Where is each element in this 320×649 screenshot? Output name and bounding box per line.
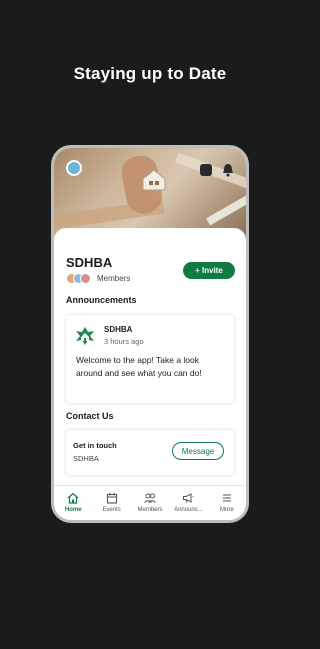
tab-more[interactable]: More [208,486,246,520]
announcement-card[interactable]: SDHBA 3 hours ago Welcome to the app! Ta… [66,315,234,403]
tab-announcements[interactable]: Announc... [169,486,207,520]
announcement-body: Welcome to the app! Take a look around a… [76,355,202,378]
bottom-tab-bar: Home Events Members Announc... More [54,485,246,520]
announcement-time: 3 hours ago [104,337,144,346]
contact-card: Get in touch SDHBA Message [66,430,234,475]
contact-card-subtitle: SDHBA [73,454,99,463]
members-label: Members [97,274,131,283]
page-headline: Staying up to Date [73,64,227,83]
tab-events[interactable]: Events [92,486,130,520]
menu-icon [222,494,231,502]
sdhba-logo-icon [76,327,94,345]
calendar-icon [106,493,117,504]
chat-icon[interactable] [200,164,212,176]
announcements-title: Announcements [66,295,137,305]
community-sheet: SDHBA Members + Invite Announcements SDH… [54,228,246,490]
message-button[interactable]: Message [172,442,224,460]
tab-label: Members [137,507,163,513]
contact-title: Contact Us [66,411,114,421]
bell-icon[interactable] [222,163,234,177]
cover-image [54,148,246,240]
members-link[interactable]: Members [66,273,130,284]
tab-label: Home [64,507,82,513]
tab-label: Events [102,507,121,513]
house-keychain-icon [142,169,166,191]
contact-card-title: Get in touch [73,441,117,450]
tab-members[interactable]: Members [131,486,169,520]
profile-avatar[interactable] [66,160,82,176]
phone-frame: SDHBA Members + Invite Announcements SDH… [51,145,249,523]
home-icon [67,492,79,504]
member-avatar [80,273,91,284]
tab-home[interactable]: Home [54,486,92,520]
announcement-author: SDHBA [104,325,133,334]
tab-label: More [219,507,234,513]
org-name: SDHBA [66,255,113,270]
megaphone-icon [183,493,195,503]
members-icon [144,493,156,504]
invite-button[interactable]: + Invite [183,262,235,279]
tab-label: Announc... [174,507,203,513]
